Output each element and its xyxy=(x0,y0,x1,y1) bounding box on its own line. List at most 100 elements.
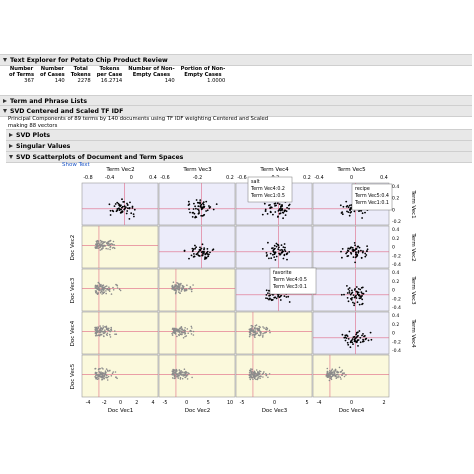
doc-point xyxy=(182,285,185,288)
report-header[interactable]: Text Explorer for Potato Chip Product Re… xyxy=(0,54,472,66)
doc-point xyxy=(177,331,179,333)
doc-point xyxy=(112,243,114,246)
term-point xyxy=(264,210,267,213)
doc-point xyxy=(337,371,340,374)
expand-triangle-icon[interactable] xyxy=(3,99,7,103)
stats-col-header: Portion of Non- Empty Cases xyxy=(178,66,229,78)
doc-point xyxy=(95,291,97,294)
term-point xyxy=(268,204,270,207)
doc-point xyxy=(97,286,99,289)
doc-point xyxy=(329,377,331,379)
term-point xyxy=(353,296,356,299)
doc-point xyxy=(266,328,268,331)
scatter-cell xyxy=(235,268,313,312)
term-point xyxy=(115,210,118,213)
doc-point xyxy=(258,329,261,332)
doc-point xyxy=(252,330,255,333)
term-point xyxy=(285,253,288,255)
doc-point xyxy=(263,327,265,329)
collapse-triangle-icon[interactable] xyxy=(9,155,13,159)
right-axis-label: Term Vec4 xyxy=(410,318,416,348)
term-point xyxy=(276,288,279,290)
doc-point xyxy=(175,288,177,290)
doc-point xyxy=(180,326,183,328)
term-point xyxy=(130,212,133,215)
doc-point xyxy=(94,285,97,287)
term-point xyxy=(352,256,355,258)
doc-point xyxy=(327,374,330,376)
term-point xyxy=(279,292,282,295)
term-point xyxy=(269,211,272,214)
doc-point xyxy=(330,378,333,381)
doc-point xyxy=(251,370,253,373)
term-point xyxy=(195,246,198,249)
doc-point xyxy=(256,378,259,381)
term-point xyxy=(354,248,357,250)
doc-point xyxy=(254,376,257,378)
doc-point xyxy=(171,377,174,379)
term-point xyxy=(199,246,201,249)
term-point xyxy=(271,293,274,296)
term-point xyxy=(269,294,271,297)
top-axis-label: Term Vec2 xyxy=(105,167,134,173)
doc-point xyxy=(251,327,253,329)
doc-point xyxy=(102,284,105,287)
term-point xyxy=(275,255,278,258)
right-tick-label: -0.4 xyxy=(392,305,401,311)
doc-point xyxy=(185,289,187,292)
term-point xyxy=(192,211,195,214)
doc-point xyxy=(183,289,186,292)
doc-point xyxy=(253,370,256,373)
doc-point xyxy=(102,242,104,245)
collapse-triangle-icon[interactable] xyxy=(3,109,7,113)
term-point xyxy=(277,295,279,298)
term-point xyxy=(278,209,281,211)
term-point xyxy=(355,253,357,255)
doc-point xyxy=(248,331,251,334)
doc-point xyxy=(326,370,329,373)
doc-point xyxy=(98,243,100,245)
doc-point xyxy=(252,329,255,331)
term-point xyxy=(360,207,363,210)
doc-point xyxy=(255,369,258,371)
show-text-link[interactable]: Show Text xyxy=(62,162,90,168)
doc-point xyxy=(174,370,176,372)
term-point xyxy=(112,210,115,213)
doc-point xyxy=(185,288,187,291)
doc-point xyxy=(113,244,116,246)
term-point xyxy=(279,209,282,212)
right-tick-label: -0.4 xyxy=(392,348,401,354)
doc-point xyxy=(251,373,253,375)
doc-point xyxy=(109,245,112,248)
term-point xyxy=(272,294,274,296)
term-point xyxy=(352,301,354,304)
doc-point xyxy=(179,333,182,336)
doc-point xyxy=(251,330,254,332)
collapse-triangle-icon[interactable] xyxy=(3,58,7,62)
term-point xyxy=(284,291,287,294)
expand-triangle-icon[interactable] xyxy=(9,144,13,148)
doc-point xyxy=(178,369,181,371)
term-point xyxy=(354,256,357,259)
term-point xyxy=(361,340,364,343)
doc-point xyxy=(107,329,110,332)
doc-point xyxy=(184,374,187,376)
expand-triangle-icon[interactable] xyxy=(9,133,13,137)
doc-point xyxy=(181,333,183,336)
doc-point xyxy=(96,245,98,248)
doc-point xyxy=(257,376,260,379)
term-point xyxy=(109,214,112,216)
doc-point xyxy=(176,330,179,332)
term-point xyxy=(341,213,344,216)
term-point xyxy=(353,335,356,338)
doc-point xyxy=(95,333,98,335)
doc-point xyxy=(174,372,176,374)
term-point xyxy=(355,251,357,254)
doc-point xyxy=(190,333,193,335)
doc-point xyxy=(99,328,102,331)
doc-point xyxy=(99,371,101,374)
right-tick-label: -0.2 xyxy=(392,219,401,225)
doc-point xyxy=(171,373,174,376)
term-point xyxy=(267,292,269,294)
doc-point xyxy=(175,284,178,287)
